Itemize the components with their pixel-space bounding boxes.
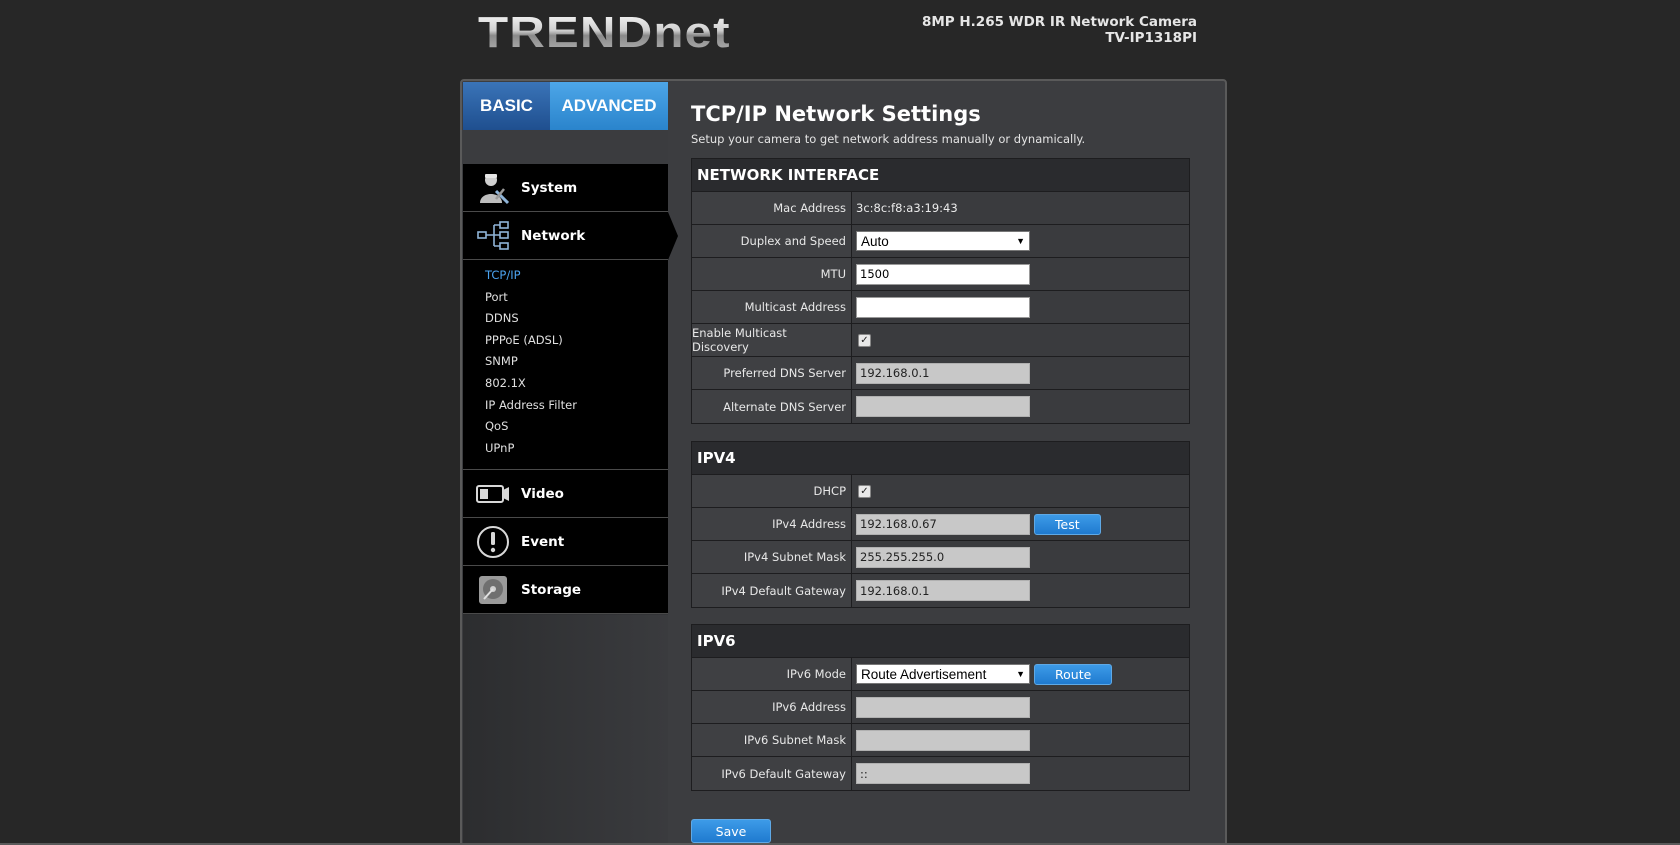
form-row: Preferred DNS Server [692, 357, 1189, 390]
form-row: Mac Address 3c:8c:f8:a3:19:43 [692, 192, 1189, 225]
ipv4-subnet-mask-input[interactable] [856, 546, 1030, 568]
chevron-down-icon: ▼ [1016, 669, 1025, 679]
ipv6-mode-selected: Route Advertisement [861, 666, 987, 682]
form-row: Enable Multicast Discovery ✓ [692, 324, 1189, 357]
submenu-upnp[interactable]: UPnP [463, 438, 668, 460]
multicast-discovery-checkbox[interactable]: ✓ [858, 333, 871, 347]
mac-address-label: Mac Address [692, 192, 852, 224]
alternate-dns-label: Alternate DNS Server [692, 390, 852, 423]
exclamation-icon [475, 524, 511, 560]
form-row: IPv4 Address Test [692, 508, 1189, 541]
alternate-dns-input[interactable] [856, 396, 1030, 417]
submenu-ip-address-filter[interactable]: IP Address Filter [463, 395, 668, 417]
page-title: TCP/IP Network Settings [691, 102, 981, 126]
sidebar-menu: System Network TCP/IP Port DDNS PPPoE (A… [463, 164, 678, 615]
form-row: Multicast Address [692, 291, 1189, 324]
ipv4-subnet-mask-label: IPv4 Subnet Mask [692, 541, 852, 573]
tab-spacer [463, 130, 668, 164]
ipv6-mode-select[interactable]: Route Advertisement ▼ [856, 664, 1030, 684]
video-camera-icon [475, 476, 511, 512]
form-row: IPv4 Subnet Mask [692, 541, 1189, 574]
section-heading: NETWORK INTERFACE [692, 159, 1189, 192]
duplex-selected: Auto [861, 233, 889, 249]
chevron-down-icon: ▼ [1016, 236, 1025, 246]
hard-disk-icon [475, 572, 511, 608]
ipv4-address-input[interactable] [856, 513, 1030, 535]
ipv6-gateway-input[interactable] [856, 763, 1030, 784]
sidebar-item-network-label: Network [521, 227, 586, 244]
sidebar-item-event-label: Event [521, 533, 565, 550]
form-row: MTU [692, 258, 1189, 291]
form-row: Alternate DNS Server [692, 390, 1189, 423]
submenu-snmp[interactable]: SNMP [463, 351, 668, 373]
submenu-tcp-ip[interactable]: TCP/IP [463, 265, 668, 287]
sidebar-item-video[interactable]: Video [463, 470, 668, 519]
preferred-dns-label: Preferred DNS Server [692, 357, 852, 389]
network-interface-section: NETWORK INTERFACE Mac Address 3c:8c:f8:a… [691, 158, 1190, 424]
trendnet-logo: TRENDnet [478, 8, 731, 57]
tab-advanced[interactable]: ADVANCED [550, 82, 668, 140]
mtu-input[interactable] [856, 263, 1030, 285]
page-subtitle: Setup your camera to get network address… [691, 132, 1086, 146]
section-heading: IPV4 [692, 442, 1189, 475]
form-row: IPv6 Default Gateway [692, 757, 1189, 790]
ipv6-section: IPV6 IPv6 Mode Route Advertisement ▼ Rou… [691, 624, 1190, 791]
ipv6-subnet-mask-input[interactable] [856, 729, 1030, 751]
sidebar-item-network[interactable]: Network [463, 212, 678, 260]
submenu-pppoe[interactable]: PPPoE (ADSL) [463, 330, 668, 352]
ipv6-mode-label: IPv6 Mode [692, 658, 852, 690]
ipv6-address-label: IPv6 Address [692, 691, 852, 723]
sidebar-item-storage-label: Storage [521, 581, 582, 598]
ipv4-address-label: IPv4 Address [692, 508, 852, 540]
mac-address-value: 3c:8c:f8:a3:19:43 [852, 192, 1189, 224]
ipv6-address-input[interactable] [856, 696, 1030, 718]
multicast-address-input[interactable] [856, 296, 1030, 318]
sidebar-filler [463, 615, 668, 845]
ipv4-section: IPV4 DHCP ✓ IPv4 Address Test IPv4 Subne… [691, 441, 1190, 608]
submenu-8021x[interactable]: 802.1X [463, 373, 668, 395]
dhcp-checkbox[interactable]: ✓ [858, 484, 871, 498]
network-submenu: TCP/IP Port DDNS PPPoE (ADSL) SNMP 802.1… [463, 260, 668, 471]
system-admin-icon [475, 170, 511, 206]
route-button[interactable]: Route [1034, 663, 1113, 685]
dhcp-label: DHCP [692, 475, 852, 507]
form-row: IPv4 Default Gateway [692, 574, 1189, 607]
duplex-label: Duplex and Speed [692, 225, 852, 257]
form-row: IPv6 Subnet Mask [692, 724, 1189, 757]
preferred-dns-input[interactable] [856, 362, 1030, 384]
ipv6-subnet-mask-label: IPv6 Subnet Mask [692, 724, 852, 756]
section-heading: IPV6 [692, 625, 1189, 658]
mode-tabs: BASIC ADVANCED [463, 82, 668, 140]
sidebar-item-storage[interactable]: Storage [463, 566, 668, 615]
form-row: IPv6 Mode Route Advertisement ▼ Route [692, 658, 1189, 691]
form-row: Duplex and Speed Auto ▼ [692, 225, 1189, 258]
ipv4-gateway-label: IPv4 Default Gateway [692, 574, 852, 607]
model-number: TV-IP1318PI [1105, 30, 1197, 46]
multicast-address-label: Multicast Address [692, 291, 852, 323]
ipv6-gateway-label: IPv6 Default Gateway [692, 757, 852, 790]
network-tree-icon [475, 218, 511, 254]
tab-basic[interactable]: BASIC [463, 82, 550, 130]
camera-model: 8MP H.265 WDR IR Network Camera TV-IP131… [922, 14, 1197, 46]
duplex-select[interactable]: Auto ▼ [856, 231, 1030, 251]
sidebar-item-video-label: Video [521, 485, 564, 502]
form-row: IPv6 Address [692, 691, 1189, 724]
submenu-qos[interactable]: QoS [463, 416, 668, 438]
submenu-ddns[interactable]: DDNS [463, 308, 668, 330]
model-description: 8MP H.265 WDR IR Network Camera [921, 14, 1197, 30]
sidebar-item-system[interactable]: System [463, 164, 668, 212]
sidebar-item-event[interactable]: Event [463, 518, 668, 567]
sidebar-item-system-label: System [521, 179, 578, 196]
ipv4-gateway-input[interactable] [856, 580, 1030, 601]
save-button[interactable]: Save [691, 819, 771, 843]
test-button[interactable]: Test [1034, 513, 1101, 535]
submenu-port[interactable]: Port [463, 287, 668, 309]
mtu-label: MTU [692, 258, 852, 290]
form-row: DHCP ✓ [692, 475, 1189, 508]
sidebar: BASIC ADVANCED System Network TCP/IP Por… [463, 82, 678, 845]
multicast-discovery-label: Enable Multicast Discovery [692, 324, 852, 356]
